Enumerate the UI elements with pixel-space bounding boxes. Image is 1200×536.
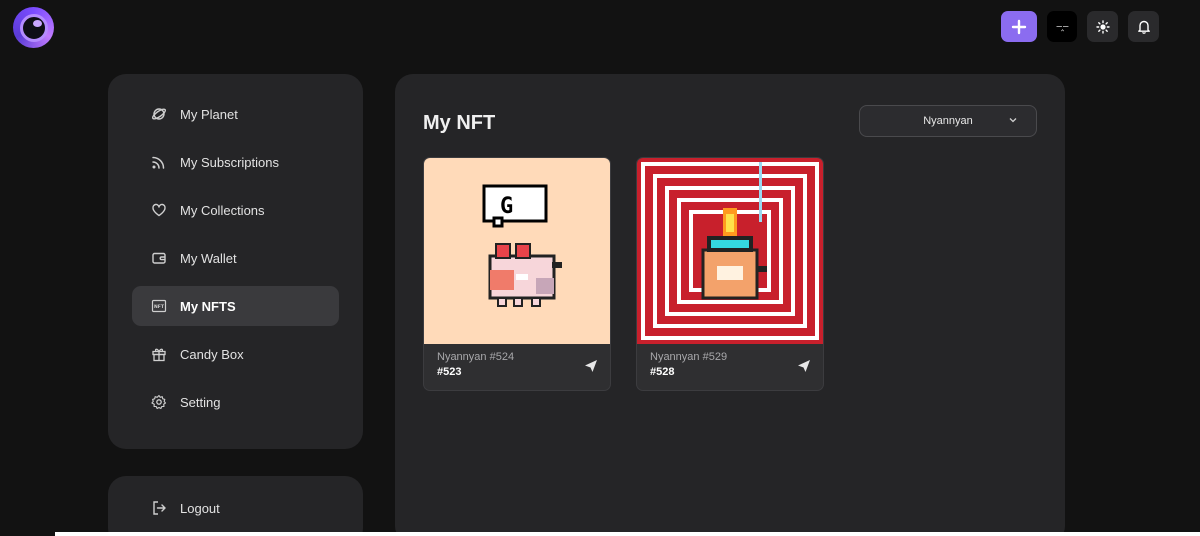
nft-card[interactable]: G Nyannyan #524 #523 bbox=[423, 157, 611, 391]
sidebar-item-label: Setting bbox=[180, 394, 221, 410]
sidebar-item-my-wallet[interactable]: My Wallet bbox=[132, 238, 339, 278]
sidebar-item-my-collections[interactable]: My Collections bbox=[132, 190, 339, 230]
sidebar-item-my-subscriptions[interactable]: My Subscriptions bbox=[132, 142, 339, 182]
user-avatar[interactable]: —‸— bbox=[1047, 11, 1077, 42]
notifications-button[interactable] bbox=[1128, 11, 1159, 42]
nft-name: Nyannyan #524 bbox=[437, 351, 515, 363]
gear-icon bbox=[151, 394, 167, 410]
planet-icon bbox=[151, 106, 167, 122]
divider bbox=[55, 532, 1200, 536]
send-icon[interactable] bbox=[797, 359, 811, 373]
nft-card-info: Nyannyan #529 #528 bbox=[637, 344, 823, 390]
topbar-actions: —‸— bbox=[1001, 11, 1159, 42]
nft-token-id: #528 bbox=[650, 366, 675, 378]
logout-icon bbox=[151, 500, 167, 516]
nft-card[interactable]: Nyannyan #529 #528 bbox=[636, 157, 824, 391]
collection-select-value: Nyannyan bbox=[923, 115, 973, 127]
send-icon[interactable] bbox=[584, 359, 598, 373]
wallet-icon bbox=[151, 250, 167, 266]
page-title: My NFT bbox=[423, 112, 496, 134]
sidebar-item-my-planet[interactable]: My Planet bbox=[132, 94, 339, 134]
chevron-down-icon bbox=[1009, 118, 1017, 123]
nft-token-id: #523 bbox=[437, 366, 462, 378]
sidebar-item-label: My NFTS bbox=[180, 298, 236, 314]
rss-icon bbox=[151, 154, 167, 170]
nft-name: Nyannyan #529 bbox=[650, 351, 728, 363]
sun-icon bbox=[1095, 19, 1110, 34]
theme-toggle-button[interactable] bbox=[1087, 11, 1118, 42]
sidebar-item-label: My Wallet bbox=[180, 250, 237, 266]
bell-icon bbox=[1137, 20, 1150, 34]
collection-select[interactable]: Nyannyan bbox=[859, 105, 1037, 137]
sidebar-item-label: My Collections bbox=[180, 202, 265, 218]
sidebar-item-setting[interactable]: Setting bbox=[132, 382, 339, 422]
sidebar-item-candy-box[interactable]: Candy Box bbox=[132, 334, 339, 374]
sidebar-nav: My Planet My Subscriptions My Collection… bbox=[108, 74, 363, 449]
nft-icon: NFT bbox=[151, 298, 167, 314]
sidebar-item-label: My Subscriptions bbox=[180, 154, 279, 170]
sidebar-item-my-nfts[interactable]: NFT My NFTS bbox=[132, 286, 339, 326]
gift-icon bbox=[151, 346, 167, 362]
add-button[interactable] bbox=[1001, 11, 1037, 42]
avatar-text: —‸— bbox=[1056, 21, 1069, 32]
logout-panel: Logout bbox=[108, 476, 363, 536]
nft-image-cat-flame bbox=[637, 158, 823, 344]
heart-icon bbox=[151, 202, 167, 218]
sidebar-item-label: My Planet bbox=[180, 106, 238, 122]
logout-label: Logout bbox=[180, 500, 220, 516]
app-logo[interactable] bbox=[13, 7, 54, 48]
nft-panel: My NFT Nyannyan G Nyannyan #524 #523 Nya… bbox=[395, 74, 1065, 536]
logout-button[interactable]: Logout bbox=[132, 488, 339, 528]
plus-icon bbox=[1011, 19, 1027, 34]
sidebar-item-label: Candy Box bbox=[180, 346, 244, 362]
svg-text:NFT: NFT bbox=[154, 304, 165, 310]
svg-text:G: G bbox=[500, 194, 513, 219]
nft-image-cat-speech: G bbox=[424, 158, 610, 344]
nft-card-info: Nyannyan #524 #523 bbox=[424, 344, 610, 390]
